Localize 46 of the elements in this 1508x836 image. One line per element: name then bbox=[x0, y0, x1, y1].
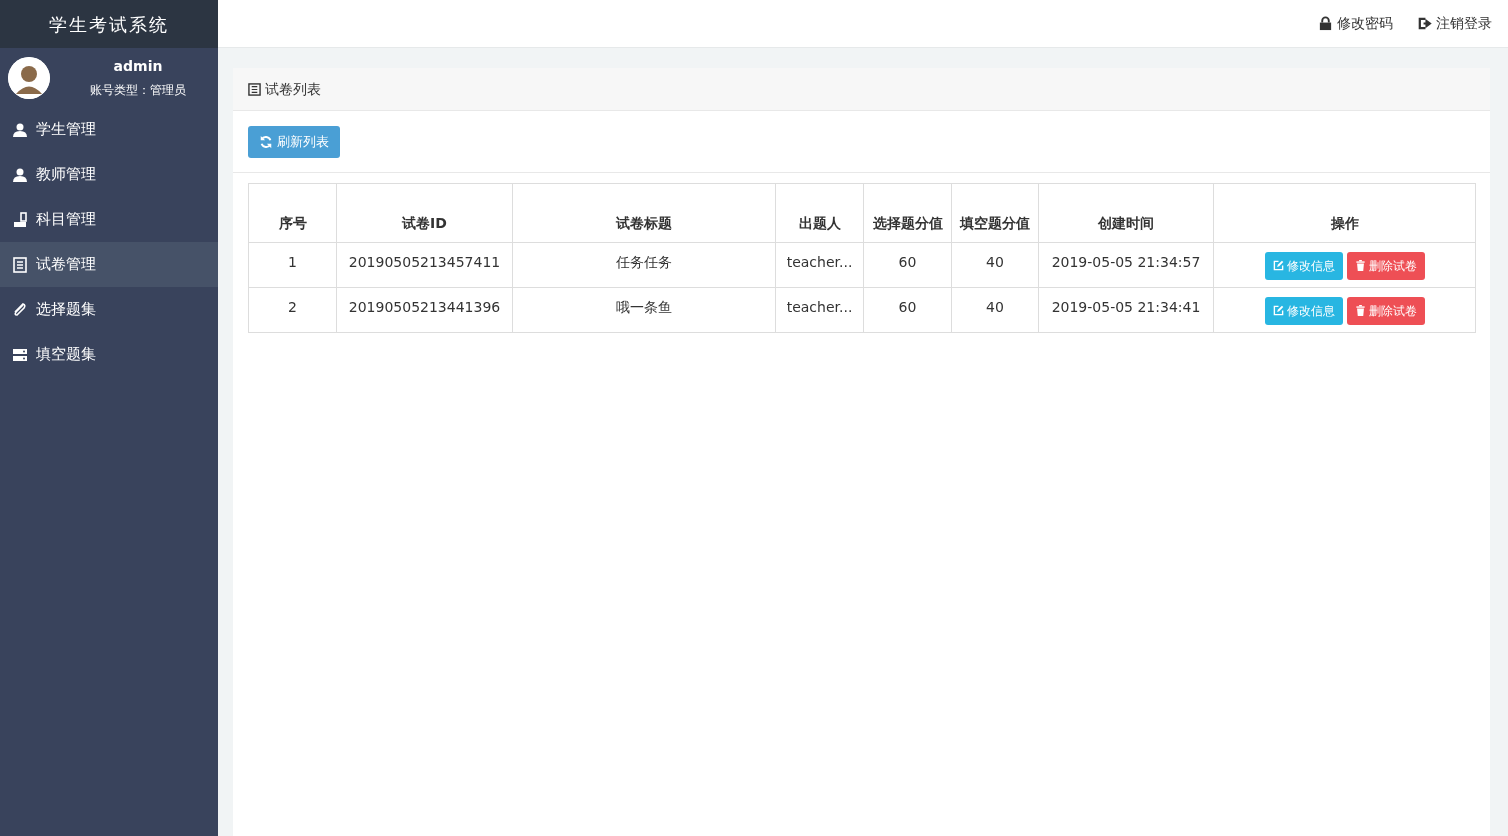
list-icon bbox=[12, 256, 28, 273]
delete-button[interactable]: 删除试卷 bbox=[1346, 296, 1425, 325]
edit-icon bbox=[1272, 260, 1284, 271]
lock-icon bbox=[1318, 16, 1333, 31]
header-link[interactable]: 注销登录 bbox=[1417, 13, 1492, 34]
panel-title: 试卷列表 bbox=[265, 79, 321, 99]
column-header: 出题人 bbox=[775, 183, 864, 242]
paperclip-icon bbox=[12, 301, 28, 318]
column-header: 填空题分值 bbox=[951, 183, 1039, 242]
sidebar-item[interactable]: 试卷管理 bbox=[0, 242, 218, 287]
table-cell: 2 bbox=[248, 287, 337, 332]
table-cell: 哦一条鱼 bbox=[512, 287, 776, 332]
column-header: 试卷标题 bbox=[512, 183, 776, 242]
table-cell: teacher... bbox=[775, 242, 864, 287]
account-type: 账号类型：管理员 bbox=[89, 82, 187, 99]
user-icon bbox=[12, 121, 28, 138]
server-icon bbox=[12, 346, 28, 363]
user-icon bbox=[12, 166, 28, 183]
refresh-icon bbox=[259, 134, 273, 149]
delete-button[interactable]: 删除试卷 bbox=[1346, 251, 1425, 280]
table-cell: 40 bbox=[951, 242, 1039, 287]
table-cell: 20190505213441396 bbox=[336, 287, 513, 332]
avatar-icon bbox=[8, 56, 50, 99]
app-title: 学生考试系统 bbox=[0, 0, 218, 48]
table-cell: teacher... bbox=[775, 287, 864, 332]
edit-icon bbox=[1272, 305, 1284, 316]
table-cell: 60 bbox=[863, 242, 952, 287]
column-header: 选择题分值 bbox=[863, 183, 952, 242]
logout-icon bbox=[1417, 16, 1432, 31]
table-cell: 2019-05-05 21:34:57 bbox=[1038, 242, 1214, 287]
list-icon bbox=[248, 82, 261, 96]
column-header: 试卷ID bbox=[336, 183, 513, 242]
table-cell: 20190505213457411 bbox=[336, 242, 513, 287]
column-header: 创建时间 bbox=[1038, 183, 1214, 242]
desk-icon bbox=[12, 211, 28, 228]
table-cell: 2019-05-05 21:34:41 bbox=[1038, 287, 1214, 332]
table-cell: 任务任务 bbox=[512, 242, 776, 287]
column-header: 操作 bbox=[1213, 183, 1476, 242]
trash-icon bbox=[1354, 305, 1366, 316]
header-link[interactable]: 修改密码 bbox=[1318, 13, 1393, 34]
trash-icon bbox=[1354, 260, 1366, 271]
table-cell: 1 bbox=[248, 242, 337, 287]
table-cell: 60 bbox=[863, 287, 952, 332]
column-header: 序号 bbox=[248, 183, 337, 242]
table-cell: 40 bbox=[951, 287, 1039, 332]
user-name: admin bbox=[112, 57, 164, 76]
